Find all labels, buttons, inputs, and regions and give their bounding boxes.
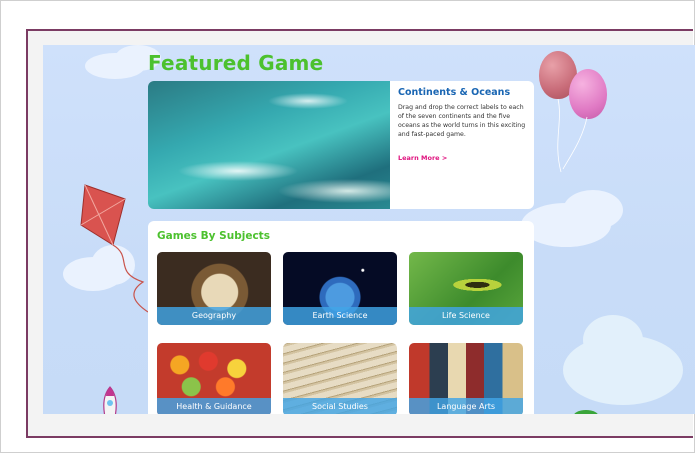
featured-heading: Featured Game xyxy=(148,51,324,75)
cloud-decoration xyxy=(563,190,623,230)
subject-tile-life-science[interactable]: Life Science xyxy=(409,252,523,325)
subject-tile-social-studies[interactable]: Social Studies xyxy=(283,343,397,414)
subjects-panel: Games By Subjects Geography Earth Scienc… xyxy=(148,221,534,414)
subject-tile-label: Social Studies xyxy=(283,398,397,414)
featured-game-description: Drag and drop the correct labels to each… xyxy=(398,104,526,138)
featured-game-card[interactable]: Continents & Oceans Drag and drop the co… xyxy=(148,81,534,209)
featured-game-info: Continents & Oceans Drag and drop the co… xyxy=(398,87,528,164)
learn-more-link[interactable]: Learn More > xyxy=(398,154,447,162)
subject-tile-label: Earth Science xyxy=(283,307,397,325)
subjects-heading: Games By Subjects xyxy=(157,230,270,242)
subject-tile-label: Health & Guidance xyxy=(157,398,271,414)
subject-tile-health-guidance[interactable]: Health & Guidance xyxy=(157,343,271,414)
balloon-strings xyxy=(557,98,588,173)
subject-tile-label: Life Science xyxy=(409,307,523,325)
subject-tile-earth-science[interactable]: Earth Science xyxy=(283,252,397,325)
featured-game-title[interactable]: Continents & Oceans xyxy=(398,87,528,98)
subject-tile-geography[interactable]: Geography xyxy=(157,252,271,325)
kite-icon xyxy=(80,184,149,313)
game-portal-scene: Featured Game Continents & Oceans Drag a… xyxy=(43,45,695,414)
rocket-icon xyxy=(103,386,117,414)
subject-tile-language-arts[interactable]: Language Arts xyxy=(409,343,523,414)
subject-tile-label: Geography xyxy=(157,307,271,325)
subject-tile-label: Language Arts xyxy=(409,398,523,414)
hill-decoration xyxy=(573,410,599,414)
featured-game-image[interactable] xyxy=(148,81,390,209)
cloud-decoration xyxy=(583,315,643,365)
